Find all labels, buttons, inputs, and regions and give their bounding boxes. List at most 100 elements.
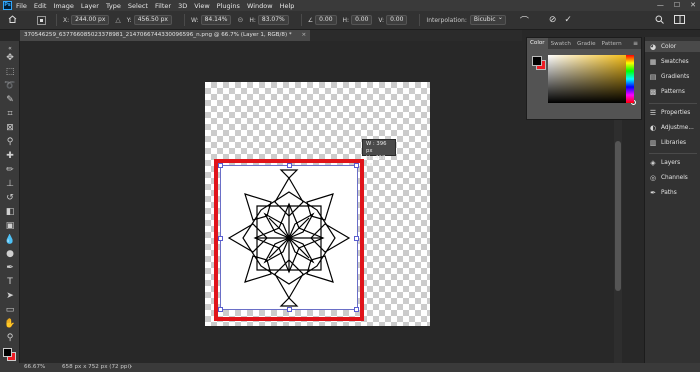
healing-brush-tool-icon[interactable]: ✚ — [4, 151, 16, 162]
dock-item-color[interactable]: ◕ Color — [645, 41, 700, 52]
dock-item-swatches[interactable]: ▦ Swatches — [649, 56, 689, 67]
quick-select-tool-icon[interactable]: ✎ — [4, 95, 16, 106]
maximize-button[interactable]: ☐ — [674, 1, 680, 9]
transform-handle[interactable] — [287, 163, 292, 168]
pen-tool-icon[interactable]: ✒ — [4, 263, 16, 274]
commit-transform-icon[interactable]: ✓ — [564, 15, 572, 25]
grid-icon: ▦ — [649, 57, 657, 66]
divider — [183, 14, 185, 26]
panel-foreground-swatch[interactable] — [532, 56, 542, 66]
dock-item-libraries[interactable]: ▥ Libraries — [649, 137, 686, 148]
dock-divider — [649, 153, 697, 154]
type-tool-icon[interactable]: T — [4, 277, 16, 288]
warp-icon[interactable]: ⌒ — [520, 14, 529, 27]
panel-menu-icon[interactable]: ≡ — [633, 40, 638, 47]
workspace-icon[interactable] — [674, 15, 685, 26]
layers-icon: ◈ — [650, 158, 656, 167]
angle-label: ∠ — [307, 16, 314, 24]
options-bar: X: 244.00 px △ Y: 456.50 px W: 84.14% ⊝ … — [0, 11, 700, 30]
tab-gradients[interactable]: Gradie — [574, 41, 599, 47]
dock-item-label: Swatches — [661, 58, 689, 65]
gradient-tool-icon[interactable]: ▣ — [4, 221, 16, 232]
marquee-tool-icon[interactable]: ⬚ — [4, 67, 16, 78]
path-selection-tool-icon[interactable]: ➤ — [4, 291, 16, 302]
eyedropper-tool-icon[interactable]: ⚲ — [4, 137, 16, 148]
dock-item-adjustments[interactable]: ◐ Adjustme... — [649, 122, 694, 133]
transform-handle[interactable] — [218, 236, 223, 241]
menu-select[interactable]: Select — [128, 2, 148, 10]
document-tab-bar: 370546259_637766085023378981_21470667443… — [20, 30, 522, 41]
color-picker-field[interactable] — [548, 55, 636, 105]
document-tab[interactable]: 370546259_637766085023378981_21470667443… — [20, 30, 311, 41]
move-tool-icon[interactable]: ✥ — [4, 53, 16, 64]
width-field[interactable]: 84.14% — [200, 15, 232, 25]
menu-layer[interactable]: Layer — [81, 2, 99, 10]
zoom-level[interactable]: 66.67% — [24, 363, 45, 372]
height-field[interactable]: 83.07% — [257, 15, 289, 25]
lasso-tool-icon[interactable]: ➰ — [4, 81, 16, 92]
transform-handle[interactable] — [218, 307, 223, 312]
clone-stamp-tool-icon[interactable]: ⊥ — [4, 179, 16, 190]
hskew-field[interactable]: 0.00 — [351, 15, 373, 25]
foreground-color-swatch[interactable] — [3, 348, 12, 357]
y-field[interactable]: 456.50 px — [133, 15, 172, 25]
close-tab-icon[interactable]: × — [301, 32, 306, 38]
menu-help[interactable]: Help — [280, 2, 295, 10]
reference-point-icon[interactable] — [37, 15, 46, 25]
menu-type[interactable]: Type — [106, 2, 121, 10]
document-info[interactable]: 658 px x 752 px (72 ppi) — [62, 363, 131, 372]
search-icon[interactable] — [655, 15, 664, 26]
tab-swatches[interactable]: Swatch — [548, 41, 574, 47]
dock-item-layers[interactable]: ◈ Layers — [649, 157, 680, 168]
tab-patterns[interactable]: Pattern — [599, 41, 625, 47]
dock-item-label: Channels — [661, 174, 688, 181]
status-arrow-icon[interactable]: › — [130, 363, 132, 372]
crop-tool-icon[interactable]: ⌗ — [4, 109, 16, 120]
menu-file[interactable]: File — [16, 2, 27, 10]
hue-slider[interactable] — [626, 55, 634, 103]
dock-item-patterns[interactable]: ▩ Patterns — [649, 86, 685, 97]
history-brush-tool-icon[interactable]: ↺ — [4, 193, 16, 204]
transform-handle[interactable] — [354, 163, 359, 168]
y-label: Y: — [126, 16, 132, 24]
pattern-icon: ▩ — [649, 87, 657, 96]
transform-handle[interactable] — [354, 307, 359, 312]
menu-edit[interactable]: Edit — [34, 2, 47, 10]
close-window-button[interactable]: ✕ — [690, 1, 696, 9]
scrollbar-thumb[interactable] — [615, 141, 621, 291]
dock-item-gradients[interactable]: ▤ Gradients — [649, 71, 690, 82]
rectangle-tool-icon[interactable]: ▭ — [4, 305, 16, 316]
dock-item-properties[interactable]: ☰ Properties — [649, 107, 690, 118]
x-field[interactable]: 244.00 px — [71, 15, 110, 25]
minimize-button[interactable]: — — [657, 1, 664, 9]
link-icon[interactable]: ⊝ — [237, 16, 243, 24]
tab-color[interactable]: Color — [527, 38, 548, 49]
dock-item-paths[interactable]: ✒ Paths — [649, 187, 677, 198]
eraser-tool-icon[interactable]: ◧ — [4, 207, 16, 218]
dock-item-label: Gradients — [661, 73, 690, 80]
menu-3d[interactable]: 3D — [178, 2, 187, 10]
blur-tool-icon[interactable]: 💧 — [4, 235, 16, 246]
angle-field[interactable]: 0.00 — [315, 15, 337, 25]
menu-view[interactable]: View — [194, 2, 209, 10]
frame-tool-icon[interactable]: ⊠ — [4, 123, 16, 134]
tooltip-height: H : 427 px — [366, 155, 386, 168]
vskew-field[interactable]: 0.00 — [386, 15, 408, 25]
cancel-transform-icon[interactable]: ⊘ — [549, 15, 557, 25]
transform-handle[interactable] — [354, 236, 359, 241]
menu-window[interactable]: Window — [247, 2, 273, 10]
transform-handle[interactable] — [218, 163, 223, 168]
dock-item-channels[interactable]: ◎ Channels — [649, 172, 688, 183]
menu-plugins[interactable]: Plugins — [217, 2, 240, 10]
brush-tool-icon[interactable]: ✏ — [4, 165, 16, 176]
zoom-tool-icon[interactable]: ⚲ — [4, 333, 16, 344]
interpolation-select[interactable]: Bicubic — [469, 14, 506, 25]
transform-handle[interactable] — [287, 307, 292, 312]
hand-tool-icon[interactable]: ✋ — [4, 319, 16, 330]
dock-item-label: Paths — [661, 189, 677, 196]
menu-filter[interactable]: Filter — [155, 2, 171, 10]
menu-image[interactable]: Image — [53, 2, 73, 10]
triangle-icon[interactable]: △ — [115, 16, 120, 24]
dodge-tool-icon[interactable]: ● — [4, 249, 16, 260]
home-icon[interactable] — [8, 15, 17, 25]
